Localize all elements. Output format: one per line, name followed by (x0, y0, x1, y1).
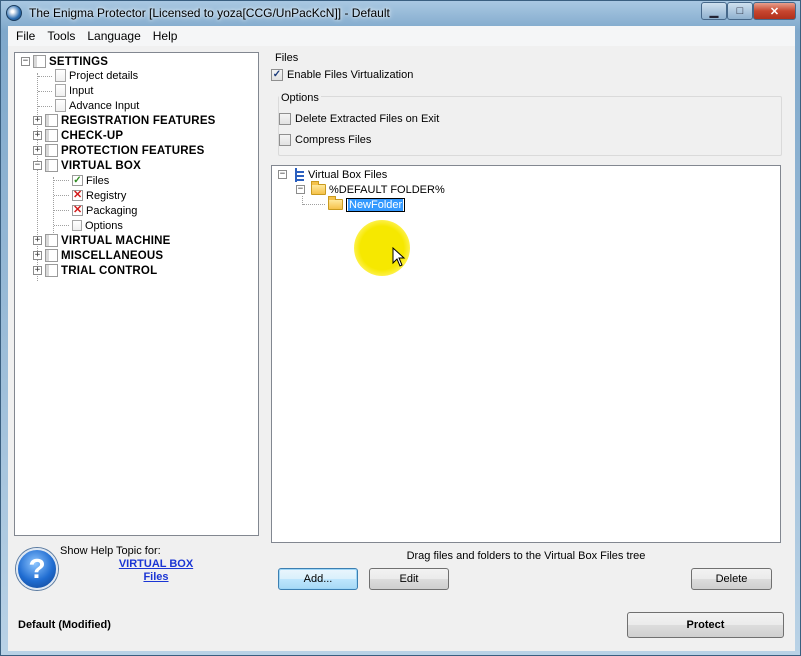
help-question-icon[interactable]: ? (16, 548, 58, 590)
book-icon (45, 234, 58, 247)
page-icon (55, 69, 66, 82)
tree-item-project-details[interactable]: Project details (55, 68, 138, 83)
cross-icon: ✕ (72, 189, 83, 201)
tree-item-files[interactable]: ✓ Files (72, 173, 109, 188)
tree-connector (38, 91, 52, 92)
collapse-icon[interactable]: − (296, 185, 305, 194)
cross-icon: ✕ (72, 204, 83, 216)
book-icon (45, 129, 58, 142)
delete-button[interactable]: Delete (691, 568, 772, 590)
enable-files-virtualization-checkbox[interactable]: ✓ Enable Files Virtualization (271, 69, 413, 81)
delete-extracted-files-checkbox[interactable]: Delete Extracted Files on Exit (279, 113, 439, 125)
help-link-files[interactable]: Files (88, 571, 224, 583)
expand-icon[interactable]: + (33, 131, 42, 140)
folder-open-icon (328, 196, 343, 210)
add-button[interactable]: Add... (278, 568, 358, 590)
folder-rename-input[interactable]: NewFolder (346, 197, 406, 212)
tree-connector (54, 210, 69, 211)
tree-item-check-up[interactable]: + CHECK-UP (33, 128, 123, 143)
book-icon (45, 249, 58, 262)
close-button[interactable]: ✕ (753, 2, 796, 20)
drag-hint-text: Drag files and folders to the Virtual Bo… (406, 550, 646, 562)
tree-item-registration-features[interactable]: + REGISTRATION FEATURES (33, 113, 216, 128)
book-icon (33, 55, 46, 68)
tree-item-advance-input[interactable]: Advance Input (55, 98, 139, 113)
checkbox-unchecked-icon[interactable] (279, 113, 291, 125)
tree-connector (54, 195, 69, 196)
menu-language[interactable]: Language (81, 27, 146, 45)
vbox-new-folder[interactable]: NewFolder (328, 196, 406, 212)
maximize-button[interactable]: □ (727, 2, 753, 20)
tree-item-packaging[interactable]: ✕ Packaging (72, 203, 137, 218)
vbox-tree-root[interactable]: − Virtual Box Files (278, 167, 387, 182)
checkmark-icon: ✓ (72, 175, 83, 186)
menu-file[interactable]: File (10, 27, 41, 45)
app-logo-icon (6, 5, 22, 21)
expand-icon[interactable]: + (33, 116, 42, 125)
tree-connector (54, 180, 69, 181)
help-link-virtual-box[interactable]: VIRTUAL BOX (88, 558, 224, 570)
folder-open-icon (311, 181, 326, 195)
tree-item-registry[interactable]: ✕ Registry (72, 188, 126, 203)
tree-item-input[interactable]: Input (55, 83, 93, 98)
tree-item-virtual-machine[interactable]: + VIRTUAL MACHINE (33, 233, 170, 248)
tree-root-settings[interactable]: − SETTINGS (21, 54, 108, 69)
help-caption: Show Help Topic for: (60, 545, 161, 557)
book-icon (45, 144, 58, 157)
menu-help[interactable]: Help (147, 27, 184, 45)
tree-connector (302, 196, 303, 205)
compress-files-checkbox[interactable]: Compress Files (279, 134, 371, 146)
compress-files-label: Compress Files (295, 134, 372, 146)
protect-button[interactable]: Protect (627, 612, 784, 638)
expand-icon[interactable]: + (33, 146, 42, 155)
page-icon (72, 220, 82, 231)
book-icon (45, 114, 58, 127)
expand-icon[interactable]: + (33, 236, 42, 245)
menu-tools[interactable]: Tools (41, 27, 81, 45)
delete-extracted-files-label: Delete Extracted Files on Exit (295, 113, 440, 125)
app-window: The Enigma Protector [Licensed to yoza[C… (0, 0, 801, 656)
collapse-icon[interactable]: − (278, 170, 287, 179)
tree-item-virtual-box[interactable]: − VIRTUAL BOX (33, 158, 141, 173)
collapse-icon[interactable]: − (33, 161, 42, 170)
tree-connector (38, 76, 52, 77)
expand-icon[interactable]: + (33, 266, 42, 275)
checkbox-checked-icon[interactable]: ✓ (271, 69, 283, 81)
collapse-icon[interactable]: − (21, 57, 30, 66)
virtual-box-files-tree[interactable]: − Virtual Box Files − %DEFAULT FOLDER% N… (271, 165, 781, 543)
tree-connector (303, 204, 325, 205)
expand-icon[interactable]: + (33, 251, 42, 260)
settings-tree[interactable]: − SETTINGS Project details Input Advance… (14, 52, 259, 536)
tree-connector (38, 106, 52, 107)
options-group (278, 96, 782, 156)
enable-files-virtualization-label: Enable Files Virtualization (287, 69, 414, 81)
project-status: Default (Modified) (18, 619, 111, 631)
files-group-label: Files (275, 52, 299, 64)
window-title: The Enigma Protector [Licensed to yoza[C… (29, 6, 390, 20)
menu-bar: File Tools Language Help (8, 26, 795, 46)
options-group-label: Options (279, 92, 321, 104)
tree-structure-icon (293, 167, 305, 182)
minimize-button[interactable]: ▁ (701, 2, 727, 20)
title-bar[interactable]: The Enigma Protector [Licensed to yoza[C… (1, 1, 800, 25)
vbox-default-folder[interactable]: − %DEFAULT FOLDER% (296, 181, 445, 197)
tree-connector (54, 225, 69, 226)
page-icon (55, 84, 66, 97)
page-icon (55, 99, 66, 112)
tree-item-protection-features[interactable]: + PROTECTION FEATURES (33, 143, 205, 158)
client-area: File Tools Language Help − SETTINGS Proj… (8, 26, 795, 651)
book-icon (45, 264, 58, 277)
edit-button[interactable]: Edit (369, 568, 449, 590)
tree-item-options[interactable]: Options (72, 218, 123, 233)
book-icon (45, 159, 58, 172)
tree-item-trial-control[interactable]: + TRIAL CONTROL (33, 263, 157, 278)
checkbox-unchecked-icon[interactable] (279, 134, 291, 146)
tree-item-miscellaneous[interactable]: + MISCELLANEOUS (33, 248, 163, 263)
